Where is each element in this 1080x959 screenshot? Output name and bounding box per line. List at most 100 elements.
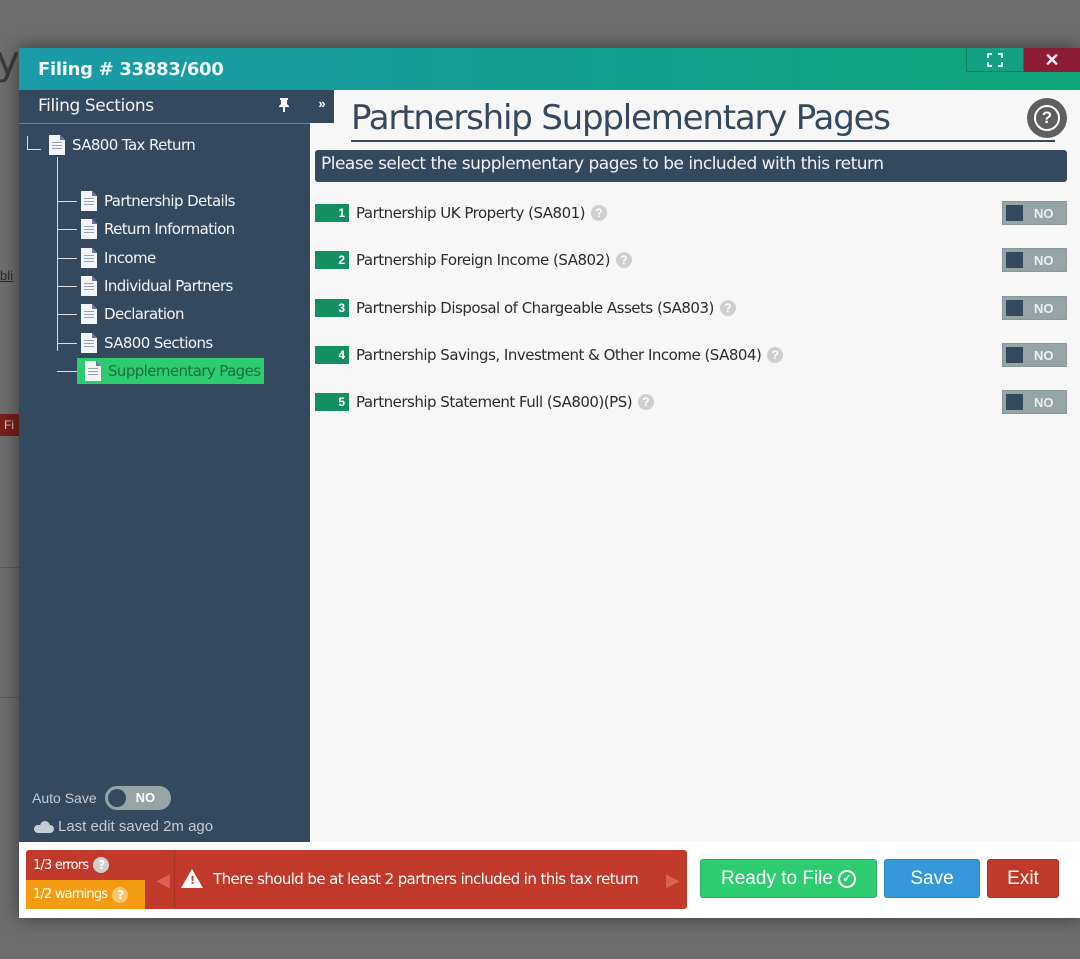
sidebar-item-label: Individual Partners	[104, 277, 233, 295]
close-button[interactable]: ✕	[1024, 48, 1080, 72]
sidebar-item-label: Partnership Details	[104, 192, 236, 210]
sidebar-item-label: Declaration	[104, 305, 184, 323]
title-underline	[351, 140, 1055, 142]
sidebar-title: Filing Sections	[38, 96, 154, 116]
background-title-fragment: y	[0, 38, 20, 84]
document-icon	[81, 219, 97, 239]
modal-titlebar: Filing # 33883/600 ✕	[19, 48, 1080, 90]
errors-counter[interactable]: 1/3 errors ?	[26, 850, 174, 880]
supplementary-page-row: 1 Partnership UK Property (SA801) ? NO	[315, 200, 1067, 226]
previous-message-icon[interactable]: ◀	[156, 870, 170, 891]
help-icon[interactable]: ?	[638, 394, 655, 410]
sidebar-item-supplementary-pages[interactable]: Supplementary Pages	[57, 358, 265, 384]
document-icon	[49, 135, 65, 155]
help-icon[interactable]: ?	[767, 347, 784, 363]
active-item-highlight: Supplementary Pages	[77, 358, 265, 384]
alert-divider	[174, 850, 175, 909]
tree-elbow	[23, 136, 45, 154]
row-label: Partnership Disposal of Chargeable Asset…	[356, 299, 714, 317]
background-divider	[0, 697, 20, 698]
last-saved-text: Last edit saved 2m ago	[58, 818, 214, 835]
check-circle-icon: ✓	[837, 869, 856, 888]
help-icon[interactable]: ?	[615, 252, 632, 268]
exit-button[interactable]: Exit	[987, 859, 1059, 898]
sidebar-item-declaration[interactable]: Declaration	[57, 301, 184, 327]
background-link-fragment: bli	[0, 268, 14, 283]
toggle-state: NO	[1034, 206, 1054, 221]
row-number: 4	[315, 346, 349, 364]
ready-to-file-button[interactable]: Ready to File ✓	[700, 859, 877, 898]
double-chevron-right-icon: »	[318, 96, 326, 111]
autosave-label: Auto Save	[32, 790, 97, 806]
document-icon	[81, 304, 97, 324]
warning-icon: !	[181, 869, 203, 888]
document-icon	[81, 276, 97, 296]
autosave-state: NO	[135, 790, 156, 805]
toggle-state: NO	[1034, 253, 1054, 268]
help-icon[interactable]: ?	[591, 205, 608, 221]
document-icon	[81, 248, 97, 268]
filing-title: Filing # 33883/600	[38, 59, 224, 80]
help-icon[interactable]: ?	[93, 857, 110, 873]
alert-message-text: There should be at least 2 partners incl…	[213, 869, 639, 888]
tree-root-sa800[interactable]: SA800 Tax Return	[23, 132, 196, 158]
save-button[interactable]: Save	[884, 859, 980, 898]
include-toggle[interactable]: NO	[1002, 201, 1067, 225]
toggle-state: NO	[1034, 348, 1054, 363]
supplementary-page-row: 3 Partnership Disposal of Chargeable Ass…	[315, 295, 1067, 321]
document-icon	[85, 361, 101, 381]
row-label: Partnership Foreign Income (SA802)	[356, 251, 610, 269]
sidebar-item-label: SA800 Sections	[104, 334, 213, 352]
help-icon[interactable]: ?	[112, 886, 129, 903]
row-label: Partnership Statement Full (SA800)(PS)	[356, 393, 633, 411]
sidebar-header: Filing Sections	[19, 90, 310, 124]
alert-message: ! There should be at least 2 partners in…	[181, 869, 639, 888]
tree-root-label: SA800 Tax Return	[72, 136, 196, 154]
main-content: Partnership Supplementary Pages ? Please…	[310, 90, 1080, 842]
row-number: 5	[315, 393, 349, 411]
help-icon[interactable]: ?	[719, 300, 736, 316]
sidebar-item-individual-partners[interactable]: Individual Partners	[57, 273, 233, 299]
background-divider	[0, 567, 20, 568]
background-badge-fragment: Fi	[0, 414, 20, 436]
pin-icon[interactable]	[278, 97, 290, 116]
include-toggle[interactable]: NO	[1002, 390, 1067, 414]
ready-to-file-label: Ready to File	[721, 867, 833, 889]
maximize-button[interactable]	[966, 48, 1024, 72]
include-toggle[interactable]: NO	[1002, 343, 1067, 367]
toggle-state: NO	[1034, 395, 1054, 410]
modal-footer: 1/3 errors ? 1/2 warnings ? ◀ ! There sh…	[19, 842, 1080, 918]
include-toggle[interactable]: NO	[1002, 296, 1067, 320]
filing-modal: Filing # 33883/600 ✕ Filing Sections SA8…	[19, 48, 1080, 918]
sidebar-item-return-information[interactable]: Return Information	[57, 216, 235, 242]
collapse-sidebar-button[interactable]: »	[310, 90, 334, 123]
sidebar-item-label: Supplementary Pages	[108, 362, 261, 380]
row-number: 2	[315, 251, 349, 269]
help-icon: ?	[1034, 105, 1060, 131]
filing-sections-sidebar: Filing Sections SA800 Tax Return Partner…	[19, 90, 310, 842]
sidebar-item-income[interactable]: Income	[57, 245, 156, 271]
errors-label: 1/3 errors	[33, 857, 89, 873]
page-title: Partnership Supplementary Pages	[351, 98, 891, 138]
sidebar-item-partnership-details[interactable]: Partnership Details	[57, 188, 236, 214]
last-saved-status: Last edit saved 2m ago	[34, 818, 213, 835]
supplementary-page-row: 5 Partnership Statement Full (SA800)(PS)…	[315, 389, 1067, 415]
expand-icon	[987, 52, 1003, 67]
close-icon: ✕	[1044, 49, 1060, 70]
row-label: Partnership Savings, Investment & Other …	[356, 346, 762, 364]
document-icon	[81, 191, 97, 211]
supplementary-page-row: 4 Partnership Savings, Investment & Othe…	[315, 342, 1067, 368]
warnings-counter[interactable]: 1/2 warnings ?	[26, 880, 145, 909]
document-icon	[81, 333, 97, 353]
include-toggle[interactable]: NO	[1002, 248, 1067, 272]
autosave-control: Auto Save NO	[32, 786, 171, 810]
toggle-state: NO	[1034, 301, 1054, 316]
autosave-toggle[interactable]: NO	[104, 786, 171, 810]
help-button[interactable]: ?	[1027, 98, 1067, 138]
cloud-icon	[34, 820, 54, 833]
sidebar-item-sa800-sections[interactable]: SA800 Sections	[57, 330, 213, 356]
next-message-icon[interactable]: ▶	[666, 870, 680, 891]
instruction-banner: Please select the supplementary pages to…	[315, 150, 1067, 182]
row-label: Partnership UK Property (SA801)	[356, 204, 586, 222]
row-number: 1	[315, 204, 349, 222]
